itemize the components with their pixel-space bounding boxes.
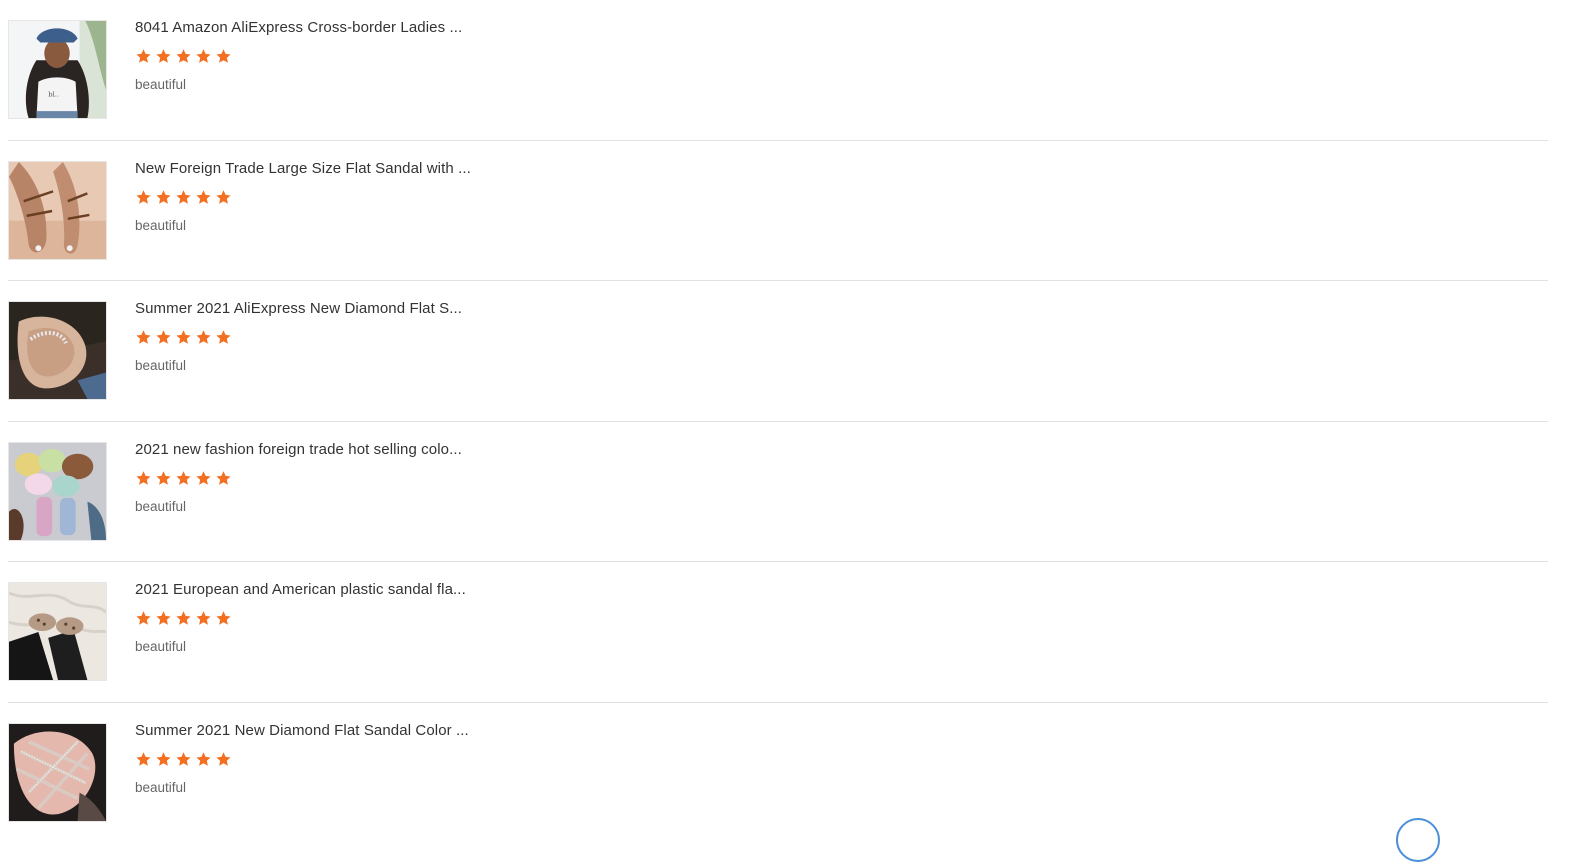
product-title[interactable]: Summer 2021 New Diamond Flat Sandal Colo… [135, 722, 469, 739]
star-icon [195, 610, 212, 627]
star-icon [195, 189, 212, 206]
star-icon [135, 751, 152, 768]
product-thumbnail[interactable] [8, 301, 107, 400]
star-rating [135, 48, 232, 65]
star-icon [155, 470, 172, 487]
star-icon [195, 751, 212, 768]
review-item: bl.. 8041 Amazon AliExpress Cross-border… [8, 0, 1548, 141]
star-icon [135, 610, 152, 627]
star-rating [135, 189, 232, 206]
star-icon [155, 751, 172, 768]
product-thumbnail[interactable] [8, 441, 107, 541]
review-comment: beautiful [135, 498, 187, 514]
star-icon [155, 610, 172, 627]
star-icon [175, 189, 192, 206]
product-title[interactable]: 8041 Amazon AliExpress Cross-border Ladi… [135, 19, 462, 36]
star-icon [215, 48, 232, 65]
star-icon [195, 48, 212, 65]
star-icon [195, 329, 212, 346]
star-icon [135, 329, 152, 346]
review-item: New Foreign Trade Large Size Flat Sandal… [8, 141, 1548, 281]
review-comment: beautiful [135, 358, 187, 373]
star-icon [135, 470, 152, 487]
product-title[interactable]: New Foreign Trade Large Size Flat Sandal… [135, 160, 471, 177]
star-icon [175, 470, 192, 487]
star-icon [175, 48, 192, 65]
product-title[interactable]: 2021 new fashion foreign trade hot selli… [135, 441, 462, 458]
star-icon [215, 470, 232, 487]
review-comment: beautiful [135, 77, 187, 92]
product-title[interactable]: 2021 European and American plastic sanda… [135, 581, 466, 598]
star-icon [175, 751, 192, 768]
star-icon [215, 329, 232, 346]
star-icon [135, 48, 152, 65]
star-icon [155, 329, 172, 346]
chat-bubble-icon[interactable] [1396, 818, 1440, 862]
product-title[interactable]: Summer 2021 AliExpress New Diamond Flat … [135, 300, 462, 317]
review-comment: beautiful [135, 639, 187, 654]
star-icon [215, 751, 232, 768]
review-comment: beautiful [135, 217, 187, 233]
star-icon [195, 470, 212, 487]
star-icon [155, 48, 172, 65]
star-icon [215, 189, 232, 206]
product-thumbnail[interactable] [8, 582, 107, 681]
star-rating [135, 751, 232, 768]
product-thumbnail[interactable]: bl.. [8, 20, 107, 119]
star-icon [175, 610, 192, 627]
review-item: 2021 new fashion foreign trade hot selli… [8, 422, 1548, 562]
review-item: Summer 2021 New Diamond Flat Sandal Colo… [8, 703, 1548, 844]
product-thumbnail[interactable] [8, 722, 107, 822]
review-comment: beautiful [135, 779, 187, 795]
star-rating [135, 329, 232, 346]
star-rating [135, 470, 232, 487]
star-icon [175, 329, 192, 346]
star-rating [135, 610, 232, 627]
product-thumbnail[interactable] [8, 160, 107, 260]
star-icon [155, 189, 172, 206]
review-list: bl.. 8041 Amazon AliExpress Cross-border… [8, 0, 1548, 843]
svg-text:bl..: bl.. [48, 90, 59, 98]
review-item: 2021 European and American plastic sanda… [8, 562, 1548, 703]
review-item: Summer 2021 AliExpress New Diamond Flat … [8, 281, 1548, 422]
star-icon [215, 610, 232, 627]
star-icon [135, 189, 152, 206]
